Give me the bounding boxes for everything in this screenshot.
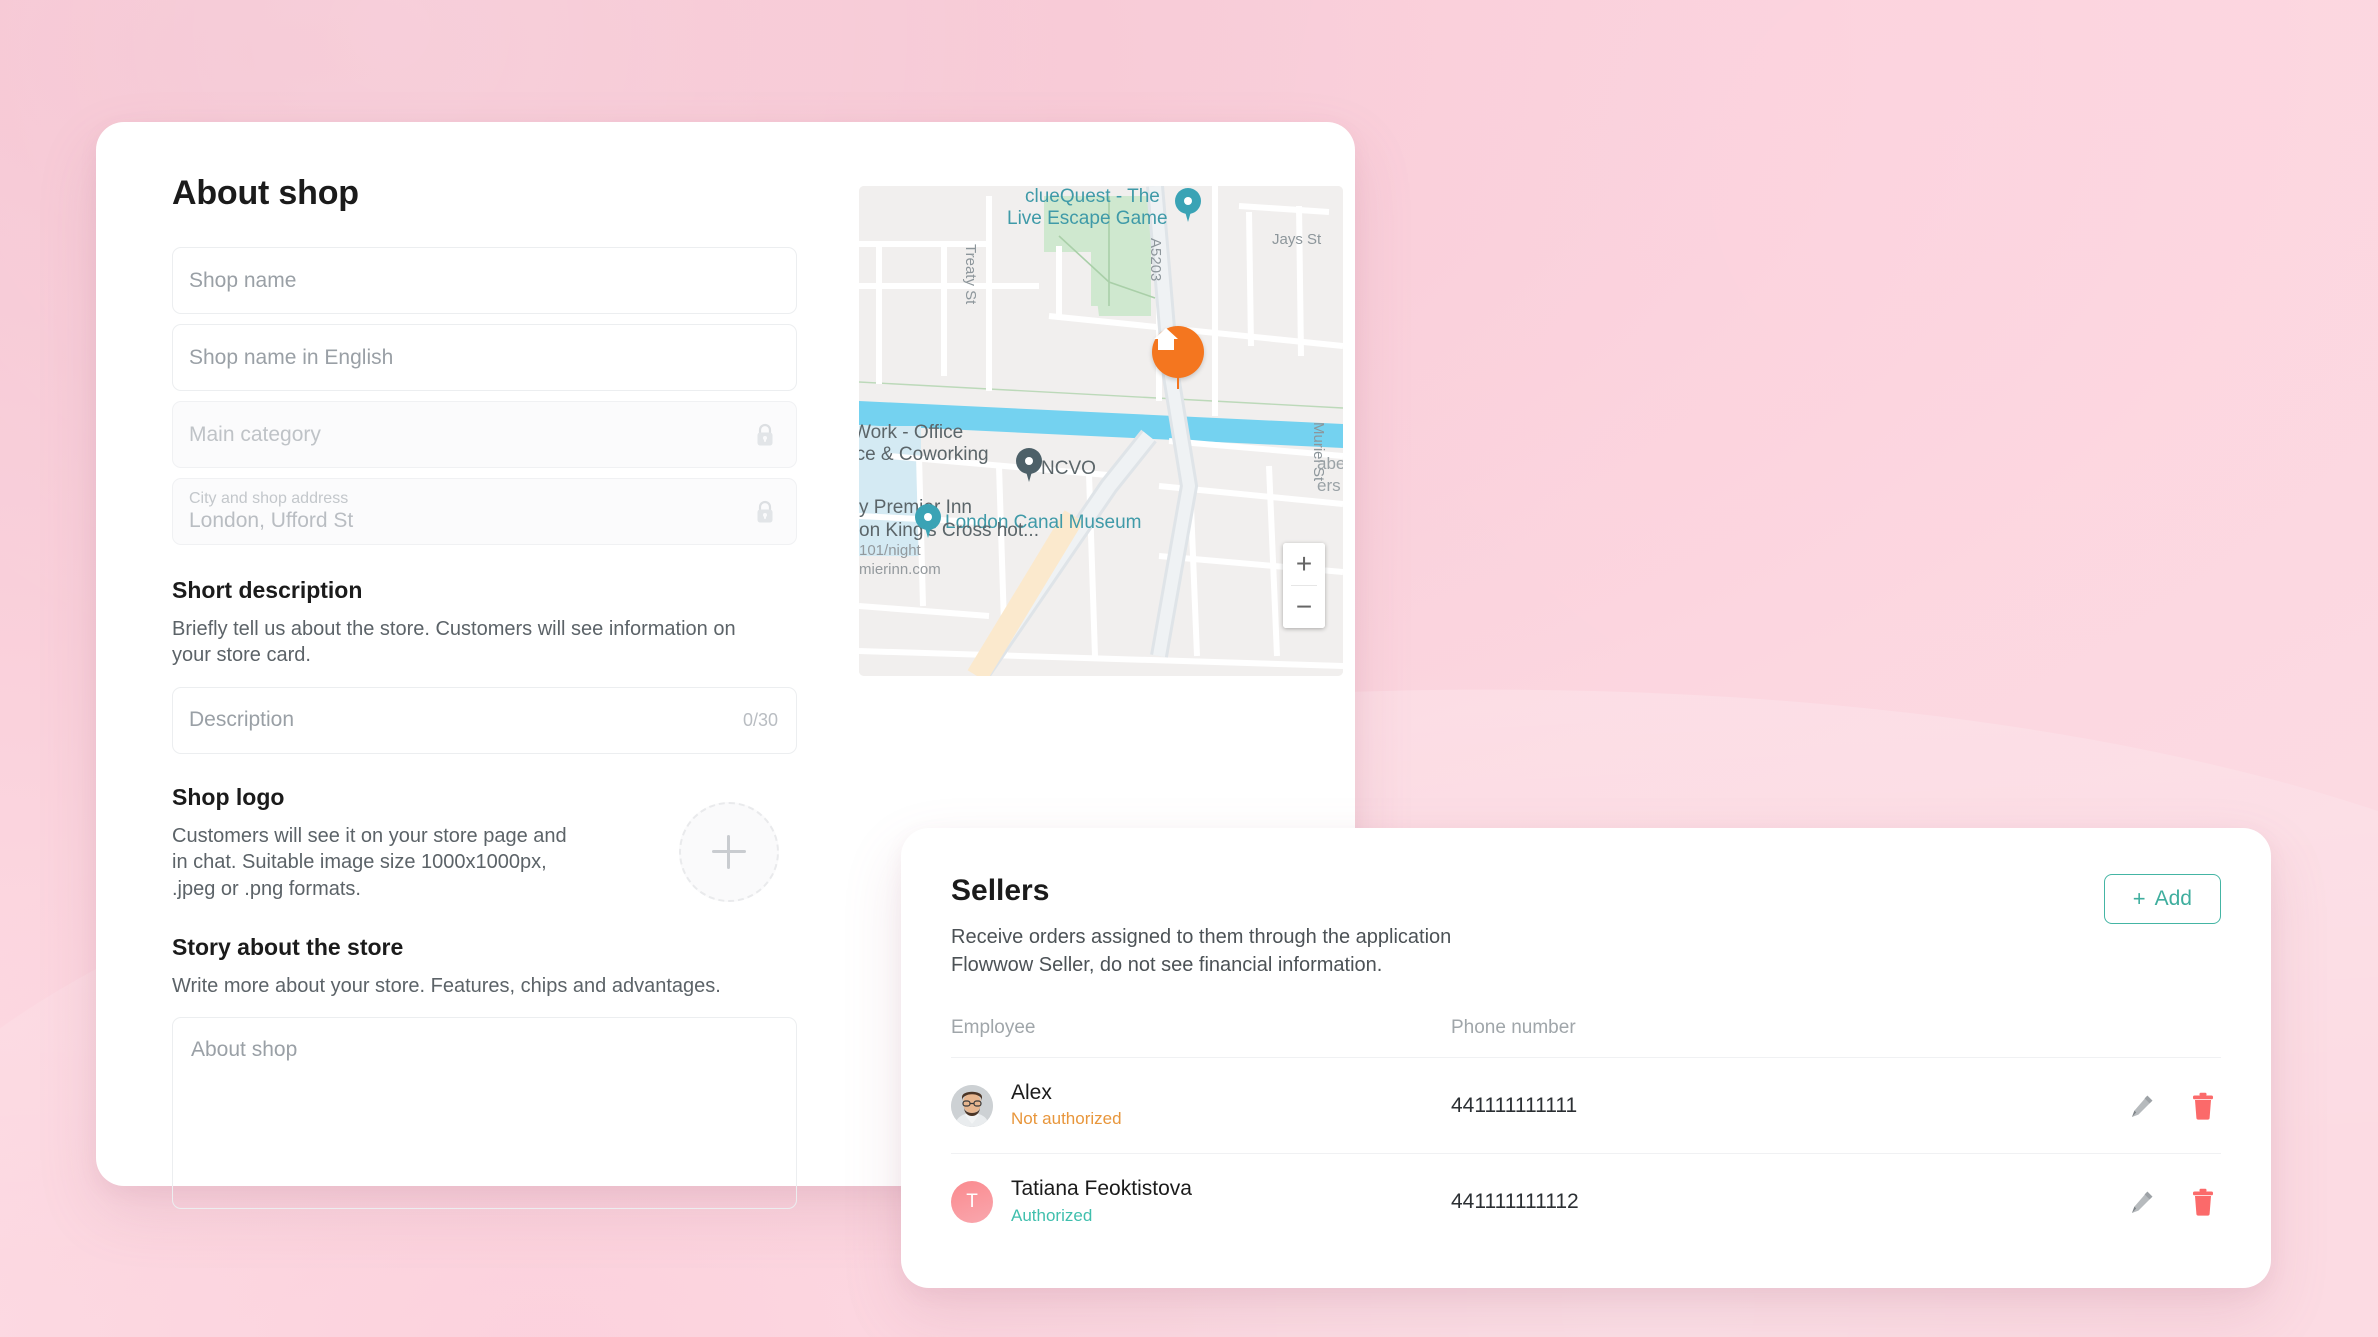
map-pin-cluequest[interactable]: [1175, 188, 1201, 222]
page-title: About shop: [172, 174, 359, 212]
map-zoom-controls[interactable]: + −: [1283, 543, 1325, 628]
phone-cell: 441111111111: [1451, 1057, 2011, 1154]
avatar-photo-icon: [951, 1084, 993, 1127]
table-row[interactable]: Alex Not authorized 441111111111: [951, 1057, 2221, 1154]
employee-cell: Alex Not authorized: [951, 1057, 1451, 1154]
delete-seller-button[interactable]: [2191, 1188, 2215, 1216]
column-header-actions: [2011, 1017, 2221, 1058]
shop-name-english-placeholder: Shop name in English: [189, 345, 394, 369]
map-zoom-in-button[interactable]: +: [1283, 543, 1325, 585]
edit-seller-button[interactable]: [2129, 1189, 2155, 1215]
shop-logo-section: Shop logo Customers will see it on your …: [172, 784, 797, 902]
sellers-header-text: Sellers Receive orders assigned to them …: [951, 874, 1451, 979]
sellers-subtitle: Receive orders assigned to them through …: [951, 924, 1451, 979]
city-and-address-value: London, Ufford St: [189, 509, 354, 533]
pencil-icon: [2132, 1095, 2153, 1117]
premier-inn-line3: 101/night: [859, 542, 921, 560]
column-header-employee: Employee: [951, 1017, 1036, 1039]
employee-cell: T Tatiana Feoktistova Authorized: [951, 1153, 1451, 1250]
plus-icon: [712, 834, 746, 869]
short-description-desc-line2: your store card.: [172, 644, 311, 667]
phone-cell: 441111111112: [1451, 1153, 2011, 1250]
city-and-address-label: City and shop address: [189, 489, 349, 507]
sellers-subtitle-line1: Receive orders assigned to them through …: [951, 926, 1452, 948]
employee-info: Alex Not authorized: [1011, 1080, 1122, 1131]
premier-inn-line2: on King's Cross hot...: [859, 520, 1039, 542]
trash-icon: [2193, 1188, 2213, 1216]
shop-logo-upload-button[interactable]: [679, 801, 779, 902]
column-header-phone: Phone number: [1451, 1017, 1576, 1039]
map-label-premier-inn: y Premier Inn on King's Cross hot... 101…: [859, 496, 1039, 579]
actions-cell: [2011, 1153, 2221, 1250]
premier-inn-line1: y Premier Inn: [859, 497, 972, 518]
table-row[interactable]: T Tatiana Feoktistova Authorized 4411111…: [951, 1153, 2221, 1250]
map-pin-london-canal-museum[interactable]: [915, 504, 941, 538]
short-description-title: Short description: [172, 577, 363, 603]
map-pin-ncvo[interactable]: [1016, 448, 1042, 482]
shop-logo-desc-line1: Customers will see it on your store page…: [172, 824, 567, 847]
story-placeholder: About shop: [191, 1038, 298, 1062]
shop-logo-desc-line3: .jpeg or .png formats.: [172, 877, 361, 900]
description-placeholder: Description: [189, 708, 295, 732]
shop-logo-desc: Customers will see it on your store page…: [172, 823, 567, 902]
sellers-table: Employee Phone number Alex Not authorize…: [951, 1017, 2221, 1250]
sellers-table-body: Alex Not authorized 441111111111 T Tatia…: [951, 1057, 2221, 1250]
phone-number: 441111111112: [1451, 1189, 1579, 1213]
avatar: T: [951, 1180, 993, 1223]
edit-seller-button[interactable]: [2129, 1093, 2155, 1119]
story-textarea[interactable]: About shop: [172, 1017, 797, 1210]
employee-name: Alex: [1011, 1081, 1052, 1105]
pencil-icon: [2132, 1191, 2153, 1213]
sellers-header: Sellers Receive orders assigned to them …: [951, 874, 2221, 979]
shop-location-map[interactable]: clueQuest - The Live Escape Game Treaty …: [859, 186, 1343, 676]
table-header-row: Employee Phone number: [951, 1017, 2221, 1058]
about-shop-form: About shop Shop name Shop name in Englis…: [172, 174, 797, 1210]
map-canvas: [859, 186, 1343, 676]
employee-info: Tatiana Feoktistova Authorized: [1011, 1176, 1192, 1227]
home-glyph-icon: [1154, 328, 1178, 350]
trash-icon: [2193, 1092, 2213, 1120]
shop-logo-desc-line2: in chat. Suitable image size 1000x1000px…: [172, 851, 547, 874]
employee-name: Tatiana Feoktistova: [1011, 1177, 1192, 1201]
shop-logo-text: Shop logo Customers will see it on your …: [172, 784, 567, 902]
phone-number: 441111111111: [1451, 1093, 1578, 1117]
main-category-input[interactable]: Main category: [172, 401, 797, 468]
shop-name-input[interactable]: Shop name: [172, 247, 797, 314]
status-badge: Not authorized: [1011, 1109, 1122, 1129]
short-description-desc-line1: Briefly tell us about the store. Custome…: [172, 618, 736, 640]
shop-logo-title: Shop logo: [172, 783, 285, 810]
story-title: Story about the store: [172, 933, 404, 960]
description-char-counter: 0/30: [742, 709, 778, 730]
delete-seller-button[interactable]: [2191, 1092, 2215, 1120]
avatar: [951, 1084, 993, 1127]
add-seller-button[interactable]: + Add: [2103, 874, 2221, 924]
add-seller-label: Add: [2154, 887, 2192, 910]
sellers-table-head: Employee Phone number: [951, 1017, 2221, 1058]
home-pin-icon[interactable]: [1152, 326, 1204, 389]
lock-icon: [757, 423, 773, 445]
map-zoom-out-button[interactable]: −: [1283, 586, 1325, 628]
status-badge: Authorized: [1011, 1205, 1093, 1225]
sellers-subtitle-line2: Flowwow Seller, do not see financial inf…: [951, 953, 1383, 976]
plus-icon: +: [2132, 886, 2146, 911]
main-category-placeholder: Main category: [189, 422, 321, 446]
lock-icon: [757, 500, 773, 522]
shop-name-english-input[interactable]: Shop name in English: [172, 324, 797, 391]
premier-inn-line4: mierinn.com: [859, 560, 941, 578]
story-desc: Write more about your store. Features, c…: [172, 974, 721, 997]
description-input[interactable]: Description 0/30: [172, 686, 797, 754]
sellers-card: Sellers Receive orders assigned to them …: [901, 828, 2271, 1288]
city-and-address-input[interactable]: City and shop address London, Ufford St: [172, 478, 797, 545]
shop-name-placeholder: Shop name: [189, 268, 297, 292]
avatar-initial: T: [966, 1190, 978, 1212]
short-description-desc: Briefly tell us about the store. Custome…: [172, 616, 797, 669]
actions-cell: [2011, 1057, 2221, 1154]
sellers-title: Sellers: [951, 874, 1050, 907]
